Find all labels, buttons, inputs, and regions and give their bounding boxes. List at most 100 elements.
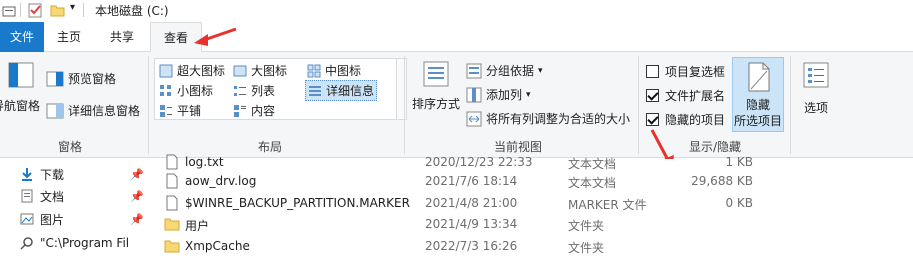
add-column-button[interactable]: 添加列 ▾ <box>466 86 531 103</box>
hide-selected-label-2: 所选项目 <box>733 114 782 128</box>
preview-pane-button[interactable]: 预览窗格 <box>46 70 116 87</box>
tab-share[interactable]: 共享 <box>96 22 148 52</box>
layout-xl-icons-label: 超大图标 <box>177 64 226 78</box>
pin-icon[interactable]: 📌 <box>130 190 144 203</box>
file-type: 文件夹 <box>568 219 605 233</box>
nav-item-search[interactable]: "C:\Program Fil <box>20 231 129 255</box>
options-label: 选项 <box>803 101 828 115</box>
file-ext-toggle[interactable]: 文件扩展名 <box>646 87 725 104</box>
properties-icon[interactable] <box>2 4 16 21</box>
file-date: 2020/12/23 22:33 <box>425 155 533 169</box>
folder-icon <box>164 218 180 231</box>
group-separator <box>790 56 791 154</box>
new-folder-icon[interactable] <box>50 3 65 21</box>
layout-content-label: 内容 <box>251 104 276 118</box>
hide-selected-button[interactable]: 隐藏 所选项目 <box>732 57 784 132</box>
file-name: log.txt <box>185 155 224 169</box>
layout-list[interactable]: 列表 <box>233 82 275 99</box>
annotation-arrow-icon <box>194 27 237 46</box>
file-size: 29,688 KB <box>691 174 753 188</box>
hide-selected-label-1: 隐藏 <box>745 98 770 112</box>
nav-pane-button[interactable]: 导航窗格 <box>0 60 42 114</box>
layout-tiles[interactable]: 平铺 <box>159 102 201 119</box>
layout-list-label: 列表 <box>251 84 276 98</box>
group-by-label: 分组依据 <box>486 64 535 78</box>
checklist-icon[interactable] <box>28 3 43 21</box>
nav-pane-label: 导航窗格 <box>0 99 40 113</box>
hidden-items-label: 隐藏的项目 <box>665 113 726 127</box>
layout-details[interactable]: 详细信息 <box>305 80 378 101</box>
layout-l-icons[interactable]: 大图标 <box>233 62 287 79</box>
layout-s-icons[interactable]: 小图标 <box>159 82 213 99</box>
file-date: 2022/7/3 16:26 <box>425 239 518 253</box>
small-icons-icon <box>160 84 171 96</box>
search-icon <box>20 237 33 250</box>
layout-m-icons-label: 中图标 <box>325 64 362 78</box>
hide-selected-icon <box>748 62 770 92</box>
layout-xl-icons[interactable]: 超大图标 <box>159 62 225 79</box>
options-button[interactable]: 选项 <box>794 60 838 116</box>
group-separator <box>404 56 405 154</box>
layout-m-icons[interactable]: 中图标 <box>307 62 361 79</box>
file-type: 文本文档 <box>568 176 617 190</box>
nav-item-downloads[interactable]: 下载 📌 <box>20 162 144 186</box>
fit-columns-button[interactable]: 将所有列调整为合适的大小 <box>466 110 630 127</box>
dropdown-icon: ▾ <box>526 89 531 100</box>
group-separator <box>638 56 639 154</box>
item-checkboxes-checkbox[interactable] <box>646 65 659 78</box>
details-pane-button[interactable]: 详细信息窗格 <box>46 102 140 119</box>
sort-by-button[interactable]: 排序方式 <box>408 58 464 112</box>
list-icon <box>234 85 246 96</box>
explorer-window: ▾ 本地磁盘 (C:) 文件 主页 共享 查看 导航窗格 预览窗格 详细信息窗格… <box>0 0 913 260</box>
group-by-button[interactable]: 分组依据 ▾ <box>466 62 543 79</box>
file-size: 0 KB <box>725 196 753 210</box>
file-name: XmpCache <box>185 239 250 253</box>
file-row[interactable]: aow_drv.log 2021/7/6 18:14 文本文档 29,688 K… <box>160 169 913 193</box>
file-row[interactable]: XmpCache 2022/7/3 16:26 文件夹 <box>160 234 913 258</box>
text-file-icon <box>166 154 178 170</box>
file-ext-checkbox[interactable] <box>646 89 659 102</box>
details-pane-icon <box>46 103 64 118</box>
group-label-panes: 窗格 <box>57 140 82 154</box>
download-icon <box>22 168 32 181</box>
sort-by-label: 排序方式 <box>411 97 460 111</box>
item-checkboxes-label: 项目复选框 <box>665 65 726 79</box>
pin-icon[interactable]: 📌 <box>130 168 144 181</box>
ribbon-view: 导航窗格 预览窗格 详细信息窗格 窗格 超大图标 大图标 中图标 小图标 列表 … <box>0 52 913 158</box>
title-bar: ▾ 本地磁盘 (C:) <box>0 0 913 22</box>
fit-columns-icon <box>466 111 482 126</box>
layout-gallery: 超大图标 大图标 中图标 小图标 列表 详细信息 平铺 内容 <box>154 58 397 120</box>
item-checkboxes-toggle[interactable]: 项目复选框 <box>646 63 725 80</box>
layout-gallery-scroll[interactable] <box>397 58 407 120</box>
file-size: 1 KB <box>725 155 753 169</box>
layout-s-icons-label: 小图标 <box>177 84 214 98</box>
nav-item-pictures[interactable]: 图片 📌 <box>20 207 144 231</box>
tab-home[interactable]: 主页 <box>46 22 92 52</box>
tab-file[interactable]: 文件 <box>0 22 44 52</box>
layout-details-label: 详细信息 <box>326 84 375 98</box>
nav-item-label: 下载 <box>40 167 65 182</box>
nav-item-documents[interactable]: 文档 📌 <box>20 184 144 208</box>
layout-content[interactable]: 内容 <box>233 102 275 119</box>
fit-columns-label: 将所有列调整为合适的大小 <box>486 112 631 126</box>
ribbon-tabs: 文件 主页 共享 查看 <box>0 22 913 53</box>
file-ext-label: 文件扩展名 <box>665 89 726 103</box>
content-area: 下载 📌 文档 📌 图片 📌 "C:\Program Fil log.txt 2… <box>0 154 913 260</box>
nav-pane-icon <box>8 62 34 88</box>
sort-icon <box>423 61 449 87</box>
file-name: aow_drv.log <box>185 174 257 188</box>
file-row[interactable]: 用户 2021/4/9 13:34 文件夹 <box>160 212 913 236</box>
folder-icon <box>164 240 180 253</box>
nav-item-label: 图片 <box>40 212 65 227</box>
pin-icon[interactable]: 📌 <box>130 213 144 226</box>
nav-item-label: "C:\Program Fil <box>40 236 130 250</box>
hidden-items-toggle[interactable]: 隐藏的项目 <box>646 111 725 128</box>
preview-pane-label: 预览窗格 <box>68 72 117 86</box>
file-name: $WINRE_BACKUP_PARTITION.MARKER <box>185 196 410 210</box>
large-icons-icon <box>233 65 247 76</box>
file-type: MARKER 文件 <box>568 198 647 212</box>
window-title: 本地磁盘 (C:) <box>95 4 169 18</box>
layout-l-icons-label: 大图标 <box>251 64 288 78</box>
hidden-items-checkbox[interactable] <box>646 113 659 126</box>
customize-toolbar-icon[interactable]: ▾ <box>70 2 75 13</box>
